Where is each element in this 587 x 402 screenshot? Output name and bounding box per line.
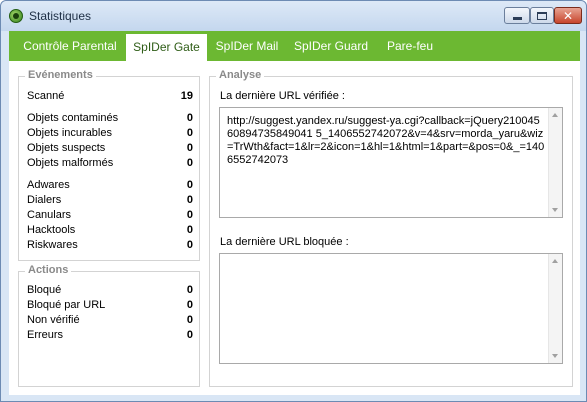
vertical-scrollbar[interactable] [548,108,562,217]
stat-row: Bloqué 0 [27,284,193,298]
maximize-button[interactable] [530,7,554,24]
stat-row: Objets malformés 0 [27,157,193,171]
stat-label: Riskwares [27,239,78,251]
stat-label: Canulars [27,209,72,221]
close-icon: ✕ [562,8,574,23]
last-blocked-url-field[interactable] [219,253,563,364]
stat-value: 0 [186,314,193,326]
actions-title: Actions [25,264,72,276]
scroll-up-icon[interactable] [552,113,558,117]
stat-value: 0 [186,299,193,311]
stat-label: Bloqué par URL [27,299,106,311]
stat-value: 0 [186,179,193,191]
stat-row: Bloqué par URL 0 [27,299,193,313]
tab-bar: Contrôle Parental SpIDer Gate SpIDer Mai… [9,31,580,61]
last-checked-url-label: La dernière URL vérifiée : [220,90,345,102]
tab-parental-control[interactable]: Contrôle Parental [15,31,125,61]
stat-label: Objets contaminés [27,112,119,124]
scroll-down-icon[interactable] [552,354,558,358]
stat-value: 0 [186,112,193,124]
content-area: Contrôle Parental SpIDer Gate SpIDer Mai… [9,31,580,395]
stat-row: Riskwares 0 [27,239,193,253]
stat-label: Objets malformés [27,157,114,169]
stat-label: Objets incurables [27,127,112,139]
window-title: Statistiques [29,9,92,23]
title-bar[interactable]: Statistiques ✕ [1,1,586,31]
stat-row: Non vérifié 0 [27,314,193,328]
analysis-title: Analyse [216,69,265,81]
stat-value: 0 [186,284,193,296]
stat-row: Adwares 0 [27,179,193,193]
stat-label: Dialers [27,194,62,206]
stat-row: Dialers 0 [27,194,193,208]
tab-spider-gate[interactable]: SpIDer Gate [126,34,207,61]
stat-row-scanned: Scanné 19 [27,90,193,104]
tab-firewall[interactable]: Pare-feu [379,31,441,61]
stat-label: Erreurs [27,329,64,341]
stat-row: Objets suspects 0 [27,142,193,156]
stat-value: 0 [186,127,193,139]
stat-label: Hacktools [27,224,76,236]
stat-row: Canulars 0 [27,209,193,223]
events-title: Evénements [25,69,96,81]
stat-label: Bloqué [27,284,62,296]
stat-label: Scanné [27,90,65,102]
stat-label: Non vérifié [27,314,80,326]
stat-value: 19 [180,90,193,102]
stat-value: 0 [186,239,193,251]
tab-spider-mail[interactable]: SpIDer Mail [209,31,285,61]
stat-value: 0 [186,142,193,154]
actions-panel: Actions Bloqué 0 Bloqué par URL 0 Non vé… [18,264,200,387]
scroll-down-icon[interactable] [552,208,558,212]
stat-row: Hacktools 0 [27,224,193,238]
close-button[interactable]: ✕ [554,7,582,24]
stat-value: 0 [186,224,193,236]
last-checked-url-field[interactable]: http://suggest.yandex.ru/suggest-ya.cgi?… [219,107,563,218]
events-panel: Evénements Scanné 19 Objets contaminés 0… [18,69,200,261]
stat-row: Objets contaminés 0 [27,112,193,126]
last-checked-url-text: http://suggest.yandex.ru/suggest-ya.cgi?… [227,115,545,166]
tab-spider-guard[interactable]: SpIDer Guard [289,31,373,61]
analysis-panel: Analyse La dernière URL vérifiée : http:… [209,69,573,387]
stat-value: 0 [186,157,193,169]
minimize-button[interactable] [504,7,530,24]
minimize-icon [512,17,522,20]
stat-value: 0 [186,194,193,206]
stat-row: Objets incurables 0 [27,127,193,141]
stat-label: Objets suspects [27,142,106,154]
statistics-window: Statistiques ✕ Contrôle Parental SpIDer … [0,0,587,402]
stat-value: 0 [186,209,193,221]
stat-label: Adwares [27,179,70,191]
vertical-scrollbar[interactable] [548,254,562,363]
maximize-icon [537,11,547,20]
last-blocked-url-label: La dernière URL bloquée : [220,236,349,248]
stat-value: 0 [186,329,193,341]
stat-row: Erreurs 0 [27,329,193,343]
drweb-spider-icon [9,9,23,23]
scroll-up-icon[interactable] [552,259,558,263]
